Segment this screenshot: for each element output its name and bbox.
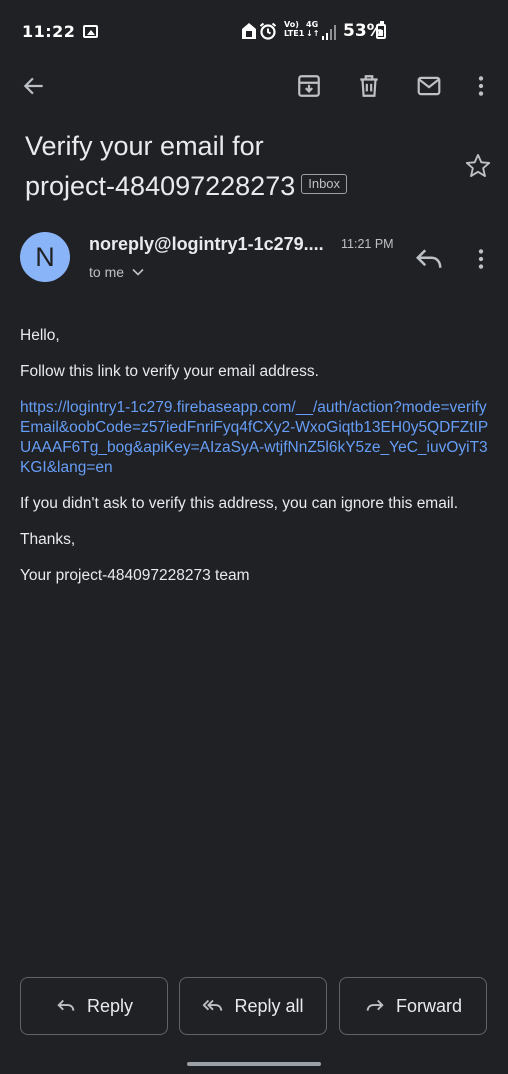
thanks-text: Thanks,	[20, 531, 76, 548]
arrow-back-icon	[23, 77, 43, 95]
reply-label: Reply	[86, 995, 134, 1016]
message-more-icon[interactable]	[468, 244, 494, 274]
subject-line-1: Verify your email for	[25, 131, 264, 161]
email-toolbar	[0, 62, 508, 110]
delete-button[interactable]	[353, 70, 385, 102]
signature-text: Your project-484097228273 team	[20, 567, 250, 584]
status-bar: 11:22 Vo) LTE1 4G ↓↑ 53%	[0, 0, 508, 62]
mail-icon	[417, 76, 441, 96]
status-time: 11:22	[22, 21, 76, 41]
archive-button[interactable]	[293, 70, 325, 102]
sender-name[interactable]: noreply@logintry1-1c279....	[89, 234, 324, 255]
alarm-icon	[259, 22, 277, 40]
reply-icon	[57, 999, 75, 1011]
back-button[interactable]	[18, 70, 50, 102]
subject-project: project-484097228273	[25, 171, 296, 201]
home-gesture-bar[interactable]	[187, 1062, 321, 1066]
lte-label: LTE1	[284, 29, 305, 38]
reply-button[interactable]: Reply	[20, 977, 168, 1035]
more-options-button[interactable]	[465, 70, 497, 102]
signal-strength-icon	[322, 20, 336, 40]
reply-all-label: Reply all	[234, 995, 304, 1016]
reply-all-icon	[203, 999, 223, 1011]
reply-icon[interactable]	[414, 244, 444, 274]
star-icon[interactable]	[464, 152, 492, 180]
volte-indicator: Vo) LTE1	[284, 20, 304, 38]
disclaimer-text: If you didn't ask to verify this address…	[20, 495, 459, 512]
instruction-text: Follow this link to verify your email ad…	[20, 363, 319, 380]
sent-time: 11:21 PM	[341, 237, 394, 251]
email-subject: Verify your email for project-4840972282…	[25, 126, 445, 206]
mark-unread-button[interactable]	[413, 70, 445, 102]
archive-icon	[298, 75, 320, 97]
network-type-indicator: 4G ↓↑	[306, 20, 319, 38]
battery-icon	[376, 21, 386, 39]
forward-button[interactable]: Forward	[339, 977, 487, 1035]
trash-icon	[360, 75, 378, 97]
subject-line-2: project-484097228273 Inbox	[25, 166, 445, 206]
forward-icon	[366, 999, 384, 1011]
lock-home-icon	[242, 23, 256, 39]
sender-avatar[interactable]: N	[20, 232, 70, 282]
data-activity-label: ↓↑	[306, 29, 320, 38]
verification-link[interactable]: https://logintry1-1c279.firebaseapp.com/…	[20, 398, 490, 478]
greeting: Hello,	[20, 327, 60, 344]
volte-label: Vo)	[284, 20, 299, 29]
reply-all-button[interactable]: Reply all	[179, 977, 327, 1035]
recipient-details-toggle[interactable]: to me	[89, 264, 144, 280]
gallery-notification-icon	[83, 24, 99, 38]
email-body: Hello, Follow this link to verify your e…	[20, 326, 490, 602]
recipient-label: to me	[89, 264, 125, 280]
more-vert-icon	[478, 76, 484, 96]
forward-label: Forward	[395, 995, 462, 1016]
network-type-label: 4G	[306, 20, 319, 29]
inbox-label-chip[interactable]: Inbox	[301, 173, 348, 194]
chevron-down-icon	[132, 268, 144, 276]
